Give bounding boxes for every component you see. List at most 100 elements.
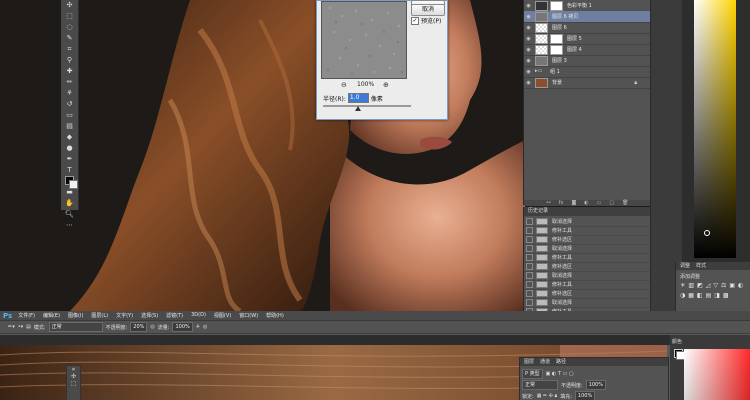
crop-tool-icon[interactable]: ⌗ [61, 44, 78, 55]
adjustment-preset-icon[interactable]: ▽ [713, 282, 718, 289]
checkbox-check-icon[interactable]: ✓ [411, 16, 419, 25]
folder-icon[interactable]: ▭ [597, 200, 602, 206]
brush-tool-icon[interactable]: ✏▾ [8, 324, 15, 330]
fx-icon[interactable]: fx [559, 200, 564, 206]
layer-opacity-input[interactable]: 100% [585, 380, 606, 390]
adjustment-preset-icon[interactable]: ▥ [688, 282, 694, 289]
zoom-tool-icon[interactable]: 🔍︎ [61, 209, 78, 220]
quick-select-tool-icon[interactable]: ✎ [61, 33, 78, 44]
adjust-icon[interactable]: ◐ [584, 200, 588, 206]
layer-mask-thumbnail[interactable] [550, 0, 563, 11]
menu-item[interactable]: 图像(I) [68, 312, 83, 319]
visibility-eye-icon[interactable]: ◉ [524, 25, 533, 31]
tools-collapse-icon[interactable]: » [67, 366, 80, 373]
marquee-tool-icon[interactable]: ⬚ [67, 380, 80, 387]
tab-channels[interactable]: 通道 [540, 358, 550, 366]
layer-thumbnail[interactable] [535, 77, 548, 88]
history-source-checkbox[interactable] [526, 290, 533, 297]
menu-item[interactable]: 3D(D) [191, 312, 206, 319]
menu-item[interactable]: 文字(Y) [116, 312, 133, 319]
menu-item[interactable]: 图层(L) [91, 312, 108, 319]
move-tool-icon[interactable]: ✣ [61, 0, 78, 11]
trash-icon[interactable]: 🗑︎ [622, 200, 628, 206]
fill-input[interactable]: 100% [574, 391, 596, 400]
preview-checkbox[interactable]: ✓ 预览(P) [411, 16, 441, 25]
menu-item[interactable]: 滤镜(T) [166, 312, 183, 319]
brush-size-icon[interactable]: •▾ [18, 324, 23, 330]
hand-tool-icon[interactable]: ✋ [61, 198, 78, 209]
brush-panel-icon[interactable]: ▤ [26, 324, 31, 330]
visibility-eye-icon[interactable]: ◉ [524, 80, 533, 86]
opacity-input[interactable]: 20% [130, 322, 148, 332]
adjustment-preset-icon[interactable]: ▣ [729, 282, 735, 289]
adjustment-preset-icon[interactable]: ◩ [697, 282, 703, 289]
stamp-tool-icon[interactable]: ⚘ [61, 88, 78, 99]
adjustment-preset-icon[interactable]: ▩ [723, 292, 729, 299]
healing-tool-icon[interactable]: ✚ [61, 66, 78, 77]
radius-slider-thumb[interactable] [355, 106, 361, 111]
eyedropper-tool-icon[interactable]: ⚲ [61, 55, 78, 66]
visibility-eye-icon[interactable]: ◉ [524, 3, 533, 9]
layer-row[interactable]: ◉ 背景 🔒︎ [524, 77, 651, 89]
layer-thumbnail[interactable] [535, 22, 548, 33]
history-brush-tool-icon[interactable]: ↺ [61, 99, 78, 110]
menu-item[interactable]: 窗口(W) [239, 312, 258, 319]
blend-mode-select[interactable]: 正常 [522, 380, 558, 390]
layer-thumbnail[interactable] [535, 55, 548, 66]
adjustment-preset-icon[interactable]: ▤ [706, 292, 712, 299]
history-tab[interactable]: 历史记录 [524, 207, 651, 216]
history-source-checkbox[interactable] [526, 299, 533, 306]
layer-thumbnail[interactable] [535, 0, 548, 11]
adjustment-preset-icon[interactable]: ◨ [714, 292, 720, 299]
new-icon[interactable]: ▢ [609, 200, 614, 206]
dodge-tool-icon[interactable]: ● [61, 143, 78, 154]
layer-mask-thumbnail[interactable] [550, 44, 563, 55]
tab-color[interactable]: 颜色 [672, 338, 682, 345]
pressure-opacity-icon[interactable]: ◎ [150, 324, 154, 330]
adjustment-preset-icon[interactable]: ▦ [688, 292, 694, 299]
background-color-swatch[interactable] [69, 180, 78, 189]
cancel-button[interactable]: 取消 [411, 4, 445, 16]
tab-adjustments[interactable]: 调整 [680, 262, 690, 270]
adjustment-preset-icon[interactable]: ◧ [697, 292, 703, 299]
filter-icons[interactable]: ▣ ◐ T ▭ ▢ [546, 371, 574, 377]
tab-layers[interactable]: 图层 [524, 358, 534, 366]
layer-thumbnail[interactable] [535, 11, 548, 22]
history-source-checkbox[interactable] [526, 281, 533, 288]
menu-item[interactable]: 选择(S) [141, 312, 158, 319]
layer-mask-thumbnail[interactable] [550, 33, 563, 44]
mode-select[interactable]: 正常 [48, 322, 103, 332]
menu-item[interactable]: 视图(V) [214, 312, 231, 319]
filter-preview[interactable] [321, 1, 407, 79]
move-tool-icon[interactable]: ✣ [67, 373, 80, 380]
radius-slider[interactable] [323, 105, 411, 107]
airbrush-icon[interactable]: ✈ [196, 324, 200, 330]
zoom-out-icon[interactable]: ⊖ [341, 81, 347, 89]
visibility-eye-icon[interactable]: ◉ [524, 47, 533, 53]
radius-input[interactable]: 1.0 [347, 93, 369, 103]
adjustment-preset-icon[interactable]: ◑ [680, 292, 685, 299]
blur-tool-icon[interactable]: ◆ [61, 132, 78, 143]
history-source-checkbox[interactable] [526, 245, 533, 252]
adjustment-preset-icon[interactable]: ◐ [738, 282, 743, 289]
lock-icons[interactable]: ▦ ✏ ✣ 🔒︎ [537, 393, 558, 399]
more-tools-icon[interactable]: ⋯ [61, 220, 78, 231]
history-source-checkbox[interactable] [526, 218, 533, 225]
lasso-tool-icon[interactable]: ◌ [61, 22, 78, 33]
tab-styles[interactable]: 样式 [696, 262, 706, 270]
layer-thumbnail[interactable] [535, 44, 548, 55]
visibility-eye-icon[interactable]: ◉ [524, 36, 533, 42]
zoom-in-icon[interactable]: ⊕ [383, 81, 389, 89]
flow-input[interactable]: 100% [172, 322, 193, 332]
mask-icon[interactable]: ◙ [571, 200, 576, 206]
visibility-eye-icon[interactable]: ◉ [524, 69, 533, 75]
menu-item[interactable]: 帮助(H) [266, 312, 284, 319]
gradient-tool-icon[interactable]: ▤ [61, 121, 78, 132]
history-source-checkbox[interactable] [526, 236, 533, 243]
history-source-checkbox[interactable] [526, 227, 533, 234]
pen-tool-icon[interactable]: ✒ [61, 154, 78, 165]
color-cursor[interactable] [704, 230, 710, 236]
folder-icon[interactable]: ▸▭ [535, 67, 546, 76]
menu-item[interactable]: 编辑(E) [43, 312, 60, 319]
type-tool-icon[interactable]: T [61, 165, 78, 176]
